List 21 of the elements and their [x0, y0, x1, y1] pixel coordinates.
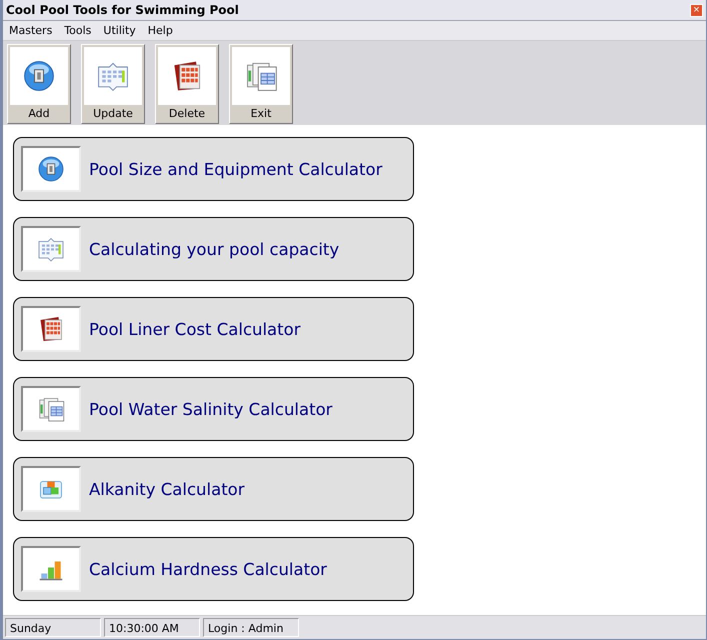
- status-panel: 10:30:00 AM: [104, 618, 200, 637]
- menu-item[interactable]: Tools: [58, 24, 98, 37]
- globe-icon: [21, 58, 57, 94]
- close-button[interactable]: ×: [690, 4, 703, 16]
- calculator-button[interactable]: Pool Size and Equipment Calculator: [13, 137, 414, 201]
- window-title: Cool Pool Tools for Swimming Pool: [6, 3, 239, 17]
- calculator-button[interactable]: Alkanity Calculator: [13, 457, 414, 521]
- toolbar-button[interactable]: Add: [7, 44, 71, 124]
- menu-item[interactable]: Utility: [97, 24, 142, 37]
- menu-item[interactable]: Help: [142, 24, 179, 37]
- toolbar-button[interactable]: Delete: [155, 44, 219, 124]
- calculator-button[interactable]: Pool Water Salinity Calculator: [13, 377, 414, 441]
- toolbar-button[interactable]: Update: [81, 44, 145, 124]
- menu-item[interactable]: Masters: [3, 24, 58, 37]
- calculator-button[interactable]: Pool Liner Cost Calculator: [13, 297, 414, 361]
- toolbar-button[interactable]: Exit: [229, 44, 293, 124]
- calculator-button[interactable]: Calcium Hardness Calculator: [13, 537, 414, 601]
- status-panel: Sunday: [5, 618, 101, 637]
- status-panel: Login : Admin: [203, 618, 299, 637]
- calculator-button[interactable]: Calculating your pool capacity: [13, 217, 414, 281]
- globe-icon: [36, 154, 66, 184]
